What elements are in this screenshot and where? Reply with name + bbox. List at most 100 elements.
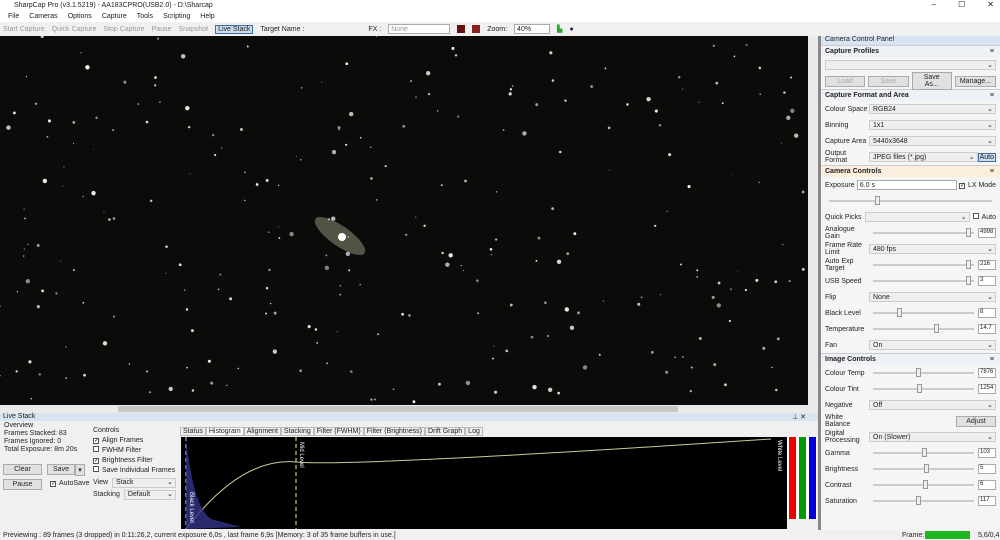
gamma-slider[interactable] xyxy=(873,448,974,457)
snapshot-button[interactable]: Snapshot xyxy=(179,26,209,33)
capture-area-select[interactable]: 5440x3648 ⌄ xyxy=(869,136,996,146)
aet-value[interactable]: 216 xyxy=(978,260,996,270)
aet-slider[interactable] xyxy=(873,260,974,269)
fx-select[interactable]: None xyxy=(388,24,451,34)
start-capture-button[interactable]: Start Capture xyxy=(3,26,45,33)
capture-format-header[interactable]: Capture Format and Area ≡ xyxy=(821,89,1000,101)
tab-stacking[interactable]: Stacking xyxy=(280,427,314,436)
sat-value[interactable]: 117 xyxy=(978,496,996,506)
tab-log[interactable]: Log xyxy=(465,427,483,436)
auto-checkbox[interactable] xyxy=(972,213,979,219)
scrollbar-thumb[interactable] xyxy=(118,406,678,412)
bright-slider[interactable] xyxy=(873,464,974,473)
save-dropdown[interactable]: ▾ xyxy=(75,464,85,476)
sat-slider[interactable] xyxy=(873,496,974,505)
pause-button[interactable]: Pause xyxy=(152,26,172,33)
save-button[interactable]: Save xyxy=(47,464,75,475)
profile-select[interactable]: ⌄ xyxy=(825,60,996,70)
white-level-label: White Level xyxy=(776,440,782,472)
histogram[interactable]: Black Level Mid Level White Level xyxy=(181,437,787,530)
camera-controls-header[interactable]: Camera Controls ≡ xyxy=(821,165,1000,177)
menu-tools[interactable]: Tools xyxy=(137,13,153,20)
autosave-checkbox[interactable]: ✓ xyxy=(50,481,56,487)
load-button[interactable]: Load xyxy=(825,75,866,87)
star xyxy=(401,312,405,316)
magnifier-icon[interactable]: ● xyxy=(569,26,573,33)
output-format-select[interactable]: JPEG files (*.jpg) ⌄ xyxy=(869,152,978,162)
stacking-select[interactable]: Default ⌄ xyxy=(123,490,176,500)
capture-profiles-header[interactable]: Capture Profiles ≡ xyxy=(821,45,1000,57)
gamma-value[interactable]: 103 xyxy=(978,448,996,458)
temp-slider[interactable] xyxy=(873,324,974,333)
color-swatch-icon[interactable] xyxy=(457,25,466,33)
menu-help[interactable]: Help xyxy=(200,13,214,20)
close-button[interactable]: ✕ xyxy=(987,0,994,9)
fps-select[interactable]: 480 fps ⌄ xyxy=(869,244,996,254)
black-label: Black Level xyxy=(825,309,861,317)
maximize-button[interactable]: ☐ xyxy=(958,0,965,9)
star xyxy=(668,153,672,157)
usb-slider[interactable] xyxy=(873,276,974,285)
flip-select[interactable]: None ⌄ xyxy=(869,292,996,302)
align-checkbox[interactable]: ✓ xyxy=(93,438,99,444)
tab-alignment[interactable]: Alignment xyxy=(243,427,281,436)
histogram-icon[interactable]: ▙ xyxy=(557,25,562,33)
usb-value[interactable]: 3 xyxy=(978,276,996,286)
pause-button[interactable]: Pause xyxy=(3,479,42,490)
menu-scripting[interactable]: Scripting xyxy=(163,13,190,20)
save-button[interactable]: Save xyxy=(868,75,909,87)
manage-button[interactable]: Manage... xyxy=(954,75,996,87)
fan-select[interactable]: On ⌄ xyxy=(869,340,996,350)
view-select[interactable]: Stack ⌄ xyxy=(112,478,176,488)
gain-slider[interactable] xyxy=(873,228,974,237)
ct-value[interactable]: 7876 xyxy=(978,368,996,378)
gain-row: Analogue Gain 4998 xyxy=(821,225,1000,241)
auto-button[interactable]: Auto xyxy=(977,152,996,162)
contrast-slider[interactable] xyxy=(873,480,974,489)
color-swatch-icon[interactable] xyxy=(472,25,481,33)
gain-value[interactable]: 4998 xyxy=(978,228,996,238)
level-sliders[interactable] xyxy=(787,437,817,519)
menu-file[interactable]: File xyxy=(8,13,19,20)
menu-cameras[interactable]: Cameras xyxy=(29,13,57,20)
pin-icon[interactable]: ⊥ ✕ xyxy=(792,413,806,421)
tab-status[interactable]: Status xyxy=(180,427,206,436)
dp-select[interactable]: On (Slower) ⌄ xyxy=(869,432,996,442)
neg-select[interactable]: Off ⌄ xyxy=(869,400,996,410)
lx-mode-checkbox[interactable]: ✓ xyxy=(958,182,965,189)
save-as-button[interactable]: Save As... xyxy=(911,72,952,90)
tint-slider[interactable] xyxy=(873,384,974,393)
vertical-scrollbar[interactable] xyxy=(808,36,818,405)
stop-capture-button[interactable]: Stop Capture xyxy=(103,26,144,33)
individual-checkbox[interactable] xyxy=(93,466,99,472)
temp-value[interactable]: 14.7 xyxy=(978,324,996,334)
tab-filter-brightness-[interactable]: Filter (Brightness) xyxy=(363,427,425,436)
menu-options[interactable]: Options xyxy=(68,13,92,20)
black-slider[interactable] xyxy=(873,308,974,317)
tab-histogram[interactable]: Histogram xyxy=(205,427,244,436)
image-controls-header[interactable]: Image Controls ≡ xyxy=(821,353,1000,365)
zoom-select[interactable]: 40% xyxy=(514,24,551,34)
tab-filter-fwhm-[interactable]: Filter (FWHM) xyxy=(313,427,364,436)
clear-button[interactable]: Clear xyxy=(3,464,42,475)
ct-slider[interactable] xyxy=(873,368,974,377)
colour-space-select[interactable]: RGB24 ⌄ xyxy=(869,104,996,114)
brightness-checkbox[interactable]: ✓ xyxy=(93,458,99,464)
exposure-slider[interactable] xyxy=(829,196,992,205)
menu-capture[interactable]: Capture xyxy=(102,13,127,20)
binning-select[interactable]: 1x1 ⌄ xyxy=(869,120,996,130)
contrast-value[interactable]: 6 xyxy=(978,480,996,490)
fwhm-checkbox[interactable] xyxy=(93,446,99,452)
black-value[interactable]: 8 xyxy=(978,308,996,318)
live-stack-button[interactable]: Live Stack xyxy=(215,24,254,34)
tint-value[interactable]: 1254 xyxy=(978,384,996,394)
exposure-input[interactable]: 6.0 s xyxy=(856,180,957,190)
quick-capture-button[interactable]: Quick Capture xyxy=(52,26,97,33)
star xyxy=(409,79,413,83)
tab-drift-graph[interactable]: Drift Graph xyxy=(424,427,466,436)
adjust-button[interactable]: Adjust xyxy=(956,415,996,427)
quick-picks-select[interactable]: ⌄ xyxy=(864,212,970,222)
image-viewer[interactable] xyxy=(0,36,808,405)
minimize-button[interactable]: – xyxy=(932,0,936,9)
bright-value[interactable]: 5 xyxy=(978,464,996,474)
